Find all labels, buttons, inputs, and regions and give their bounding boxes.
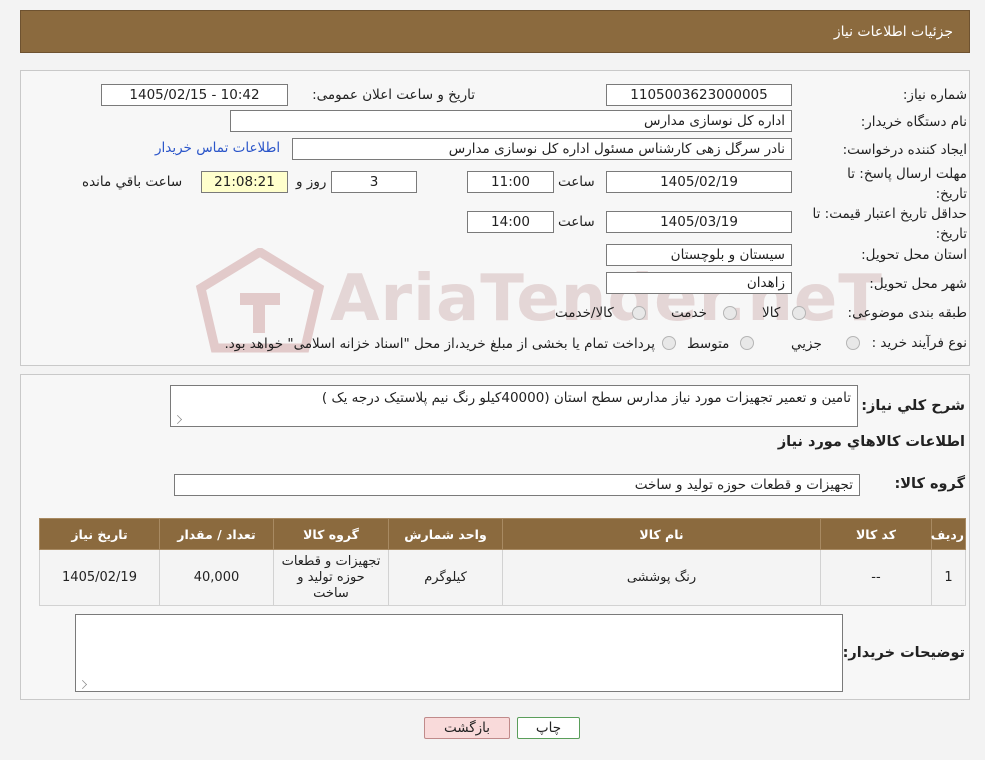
description-field: تامین و تعمیر تجهیزات مورد نیاز مدارس سط…	[170, 385, 858, 427]
days-remaining-field: 3	[331, 171, 417, 193]
category-option-service: خدمت	[671, 305, 707, 321]
items-table: ردیف کد کالا نام کالا واحد شمارش گروه کا…	[39, 518, 966, 606]
process-option-medium: متوسط	[687, 336, 730, 352]
days-label: روز و	[296, 174, 327, 190]
cell-need-date: 1405/02/19	[39, 549, 160, 606]
table-header-row: ردیف کد کالا نام کالا واحد شمارش گروه کا…	[39, 518, 966, 550]
province-label: استان محل تحویل:	[861, 247, 967, 263]
city-label: شهر محل تحویل:	[869, 276, 967, 292]
process-radio-minor[interactable]	[846, 336, 860, 350]
cell-item-group: تجهیزات و قطعات حوزه تولید و ساخت	[273, 549, 389, 606]
description-text: تامین و تعمیر تجهیزات مورد نیاز مدارس سط…	[321, 390, 851, 406]
col-header-row-number: ردیف	[931, 518, 966, 550]
col-header-quantity: تعداد / مقدار	[159, 518, 274, 550]
creator-label: ایجاد کننده درخواست:	[842, 142, 967, 158]
buyer-contact-link[interactable]: اطلاعات تماس خریدار	[155, 140, 280, 156]
col-header-need-date: تاریخ نیاز	[39, 518, 160, 550]
need-number-label: شماره نیاز:	[902, 87, 967, 103]
city-field: زاهدان	[606, 272, 792, 294]
province-field: سیستان و بلوچستان	[606, 244, 792, 266]
validity-date-field: 1405/03/19	[606, 211, 792, 233]
buyer-notes-field[interactable]	[75, 614, 843, 692]
validity-time-field: 14:00	[467, 211, 554, 233]
col-header-item-code: کد کالا	[820, 518, 932, 550]
creator-field: نادر سرگل زهی کارشناس مسئول اداره کل نوس…	[292, 138, 792, 160]
deadline-time-field: 11:00	[467, 171, 554, 193]
cell-item-name: رنگ پوششی	[502, 549, 821, 606]
process-option-minor: جزيي	[791, 336, 822, 352]
time-remaining-field: 21:08:21	[201, 171, 288, 193]
col-header-item-name: نام کالا	[502, 518, 821, 550]
deadline-time-label: ساعت	[558, 174, 595, 190]
category-radio-goods-service[interactable]	[632, 306, 646, 320]
items-title: اطلاعات کالاهاي مورد نياز	[777, 434, 965, 450]
buyer-notes-label: توضیحات خریدار:	[842, 645, 965, 661]
cell-item-code: --	[820, 549, 932, 606]
cell-row-number: 1	[931, 549, 966, 606]
process-label: نوع فرآیند خرید :	[871, 335, 967, 351]
goods-group-field: تجهیزات و قطعات حوزه تولید و ساخت	[174, 474, 860, 496]
validity-time-label: ساعت	[558, 214, 595, 230]
category-label: طبقه بندی موضوعی:	[847, 305, 967, 321]
need-number-field: 1105003623000005	[606, 84, 792, 106]
announce-label: تاریخ و ساعت اعلان عمومی:	[312, 87, 475, 103]
deadline-date-field: 1405/02/19	[606, 171, 792, 193]
process-radio-medium[interactable]	[740, 336, 754, 350]
category-option-goods: کالا	[762, 305, 781, 321]
announce-datetime-field: 1405/02/15 - 10:42	[101, 84, 288, 106]
page-title: جزئیات اطلاعات نیاز	[833, 24, 953, 40]
print-button[interactable]: چاپ	[517, 717, 580, 739]
process-note: پرداخت تمام یا بخشی از مبلغ خرید،از محل …	[224, 336, 655, 352]
deadline-label: مهلت ارسال پاسخ: تا تاریخ:	[847, 166, 967, 202]
goods-group-label: گروه کالا:	[894, 476, 965, 492]
page-header: جزئیات اطلاعات نیاز	[20, 10, 970, 53]
buyer-org-label: نام دستگاه خریدار:	[860, 114, 967, 130]
validity-label: حداقل تاریخ اعتبار قیمت: تا تاریخ:	[812, 206, 967, 242]
buyer-org-field: اداره کل نوسازی مدارس	[230, 110, 792, 132]
col-header-item-group: گروه کالا	[273, 518, 389, 550]
cell-unit: کیلوگرم	[388, 549, 503, 606]
category-option-goods-service: کالا/خدمت	[555, 305, 614, 321]
back-button[interactable]: بازگشت	[424, 717, 510, 739]
col-header-unit: واحد شمارش	[388, 518, 503, 550]
cell-quantity: 40,000	[159, 549, 274, 606]
description-label: شرح کلي نياز:	[861, 398, 965, 414]
process-radio-treasury[interactable]	[662, 336, 676, 350]
category-radio-goods[interactable]	[792, 306, 806, 320]
category-radio-service[interactable]	[723, 306, 737, 320]
table-row: 1 -- رنگ پوششی کیلوگرم تجهیزات و قطعات ح…	[39, 549, 966, 606]
time-remaining-label: ساعت باقي مانده	[82, 174, 183, 190]
